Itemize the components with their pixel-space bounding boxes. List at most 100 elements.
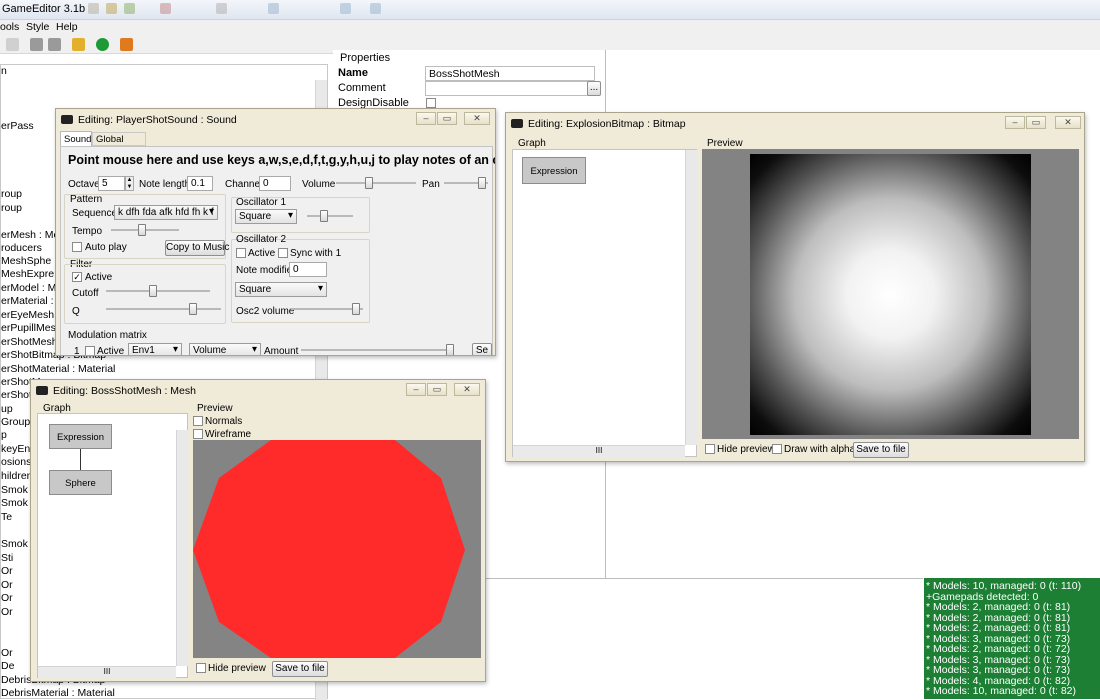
tree-item[interactable]: erEyeMesh — [1, 309, 54, 322]
tab-sound[interactable]: Sound — [60, 131, 92, 146]
tree-item[interactable]: erModel : M — [1, 282, 56, 295]
tree-item[interactable]: roducers — [1, 242, 42, 255]
tree-item[interactable]: Or — [1, 606, 13, 619]
quick-access-icon[interactable] — [124, 3, 135, 14]
tree-item[interactable]: Or — [1, 592, 13, 605]
tree-item[interactable]: Or — [1, 647, 13, 660]
osc2-volume-slider[interactable] — [291, 303, 363, 315]
osc1-wave-dropdown[interactable]: Square — [235, 209, 297, 224]
tree-item[interactable]: MeshExpre — [1, 268, 54, 281]
wireframe-checkbox[interactable] — [193, 429, 203, 439]
tree-item[interactable]: p — [1, 429, 7, 442]
tree-item[interactable]: erShotMesh — [1, 336, 58, 349]
menu-tools[interactable]: ools — [0, 21, 19, 33]
tree-item[interactable]: erShotMaterial : Material — [1, 363, 115, 376]
graph-hscrollbar[interactable]: III — [38, 666, 176, 678]
build-icon[interactable] — [120, 38, 133, 51]
sound-editor-window[interactable]: Editing: PlayerShotSound : Sound – ▭ ✕ S… — [55, 108, 496, 356]
channel-input[interactable]: 0 — [259, 176, 291, 191]
tree-item[interactable]: DebrisMaterial : Material — [1, 687, 115, 698]
tree-item[interactable]: Group — [1, 416, 30, 429]
tree-item[interactable]: osions — [1, 456, 31, 469]
tree-item[interactable]: MeshSphe — [1, 255, 51, 268]
tree-item[interactable]: De — [1, 660, 14, 673]
maximize-icon[interactable]: ▭ — [1026, 116, 1046, 129]
draw-alpha-checkbox[interactable] — [772, 444, 782, 454]
tree-item[interactable]: Smok — [1, 484, 28, 497]
save-to-file-button[interactable]: Save to file — [853, 442, 909, 458]
minimize-icon[interactable]: – — [416, 112, 436, 125]
copy-to-music-button[interactable]: Copy to Music — [165, 240, 229, 256]
osc1-slider[interactable] — [307, 210, 353, 222]
graph-scrollbar[interactable] — [685, 150, 697, 445]
osc2-wave-dropdown[interactable]: Square — [235, 282, 327, 297]
expression-node[interactable]: Expression — [522, 157, 586, 184]
mod-set-button[interactable]: Se — [472, 343, 492, 355]
mod-active-checkbox[interactable] — [85, 346, 95, 355]
tree-item[interactable]: Te — [1, 511, 12, 524]
tree-item[interactable]: roup — [1, 188, 22, 201]
prop-name-field[interactable]: BossShotMesh — [425, 66, 595, 81]
tree-item[interactable]: Smok — [1, 538, 28, 551]
expression-node[interactable]: Expression — [49, 424, 112, 449]
quick-access-icon[interactable] — [370, 3, 381, 14]
menu-help[interactable]: Help — [56, 21, 78, 33]
lock-icon[interactable] — [72, 38, 85, 51]
octave-stepper[interactable]: ▲ ▼ — [125, 176, 134, 191]
design-disable-checkbox[interactable] — [426, 98, 436, 108]
pan-slider[interactable] — [444, 177, 488, 189]
mod-amount-slider[interactable] — [301, 344, 454, 355]
minimize-icon[interactable]: – — [406, 383, 426, 396]
bitmap-window-titlebar[interactable]: Editing: ExplosionBitmap : Bitmap – ▭ ✕ — [506, 113, 1084, 135]
note-modifier-input[interactable]: 0 — [289, 262, 327, 277]
octave-input[interactable]: 5 — [98, 176, 125, 191]
auto-play-checkbox[interactable] — [72, 242, 82, 252]
tree-item[interactable]: Sti — [1, 552, 13, 565]
tree-item[interactable]: up — [1, 403, 13, 416]
tree-item[interactable]: n — [1, 65, 7, 78]
filter-active-checkbox[interactable]: ✓ — [72, 272, 82, 282]
mesh-window-titlebar[interactable]: Editing: BossShotMesh : Mesh – ▭ ✕ — [31, 380, 485, 402]
copy-icon[interactable] — [30, 38, 43, 51]
quick-access-icon[interactable] — [160, 3, 171, 14]
quick-access-icon[interactable] — [106, 3, 117, 14]
sphere-node[interactable]: Sphere — [49, 470, 112, 495]
mesh-editor-window[interactable]: Editing: BossShotMesh : Mesh – ▭ ✕ Graph… — [30, 379, 486, 682]
sequence-dropdown[interactable]: k dfh fda afk hfd fh k f — [114, 205, 218, 220]
close-icon[interactable]: ✕ — [464, 112, 490, 125]
hide-preview-checkbox[interactable] — [705, 444, 715, 454]
keyboard-instruction[interactable]: Point mouse here and use keys a,w,s,e,d,… — [68, 153, 495, 167]
maximize-icon[interactable]: ▭ — [427, 383, 447, 396]
close-icon[interactable]: ✕ — [1055, 116, 1081, 129]
tree-item[interactable]: erPass — [1, 120, 34, 133]
comment-ellipsis-button[interactable]: ... — [587, 81, 601, 96]
paste-icon[interactable] — [48, 38, 61, 51]
tree-item[interactable]: Smok — [1, 497, 28, 510]
q-slider[interactable] — [106, 303, 221, 315]
tempo-slider[interactable] — [111, 224, 179, 236]
save-to-file-button[interactable]: Save to file — [272, 661, 328, 677]
close-icon[interactable]: ✕ — [454, 383, 480, 396]
mod-source-dropdown[interactable]: Env1 — [128, 343, 182, 355]
tree-item[interactable]: Or — [1, 565, 13, 578]
add-icon[interactable] — [6, 38, 19, 51]
bitmap-editor-window[interactable]: Editing: ExplosionBitmap : Bitmap – ▭ ✕ … — [505, 112, 1085, 462]
run-icon[interactable] — [96, 38, 109, 51]
hide-preview-checkbox[interactable] — [196, 663, 206, 673]
sound-window-titlebar[interactable]: Editing: PlayerShotSound : Sound – ▭ ✕ — [56, 109, 495, 131]
sync-checkbox[interactable] — [278, 248, 288, 258]
osc2-active-checkbox[interactable] — [236, 248, 246, 258]
quick-access-icon[interactable] — [268, 3, 279, 14]
volume-slider[interactable] — [336, 177, 416, 189]
tree-item[interactable]: erMesh : Me — [1, 229, 59, 242]
prop-comment-field[interactable] — [425, 81, 588, 96]
graph-hscrollbar[interactable]: III — [513, 445, 685, 457]
normals-checkbox[interactable] — [193, 416, 203, 426]
graph-pane[interactable]: Expression III — [512, 149, 697, 457]
tab-global-mixer[interactable]: Global mixer — [92, 132, 146, 156]
tree-item[interactable]: roup — [1, 202, 22, 215]
tree-item[interactable]: erMaterial : I — [1, 295, 59, 308]
cutoff-slider[interactable] — [106, 285, 210, 297]
minimize-icon[interactable]: – — [1005, 116, 1025, 129]
graph-scrollbar[interactable] — [176, 430, 188, 666]
